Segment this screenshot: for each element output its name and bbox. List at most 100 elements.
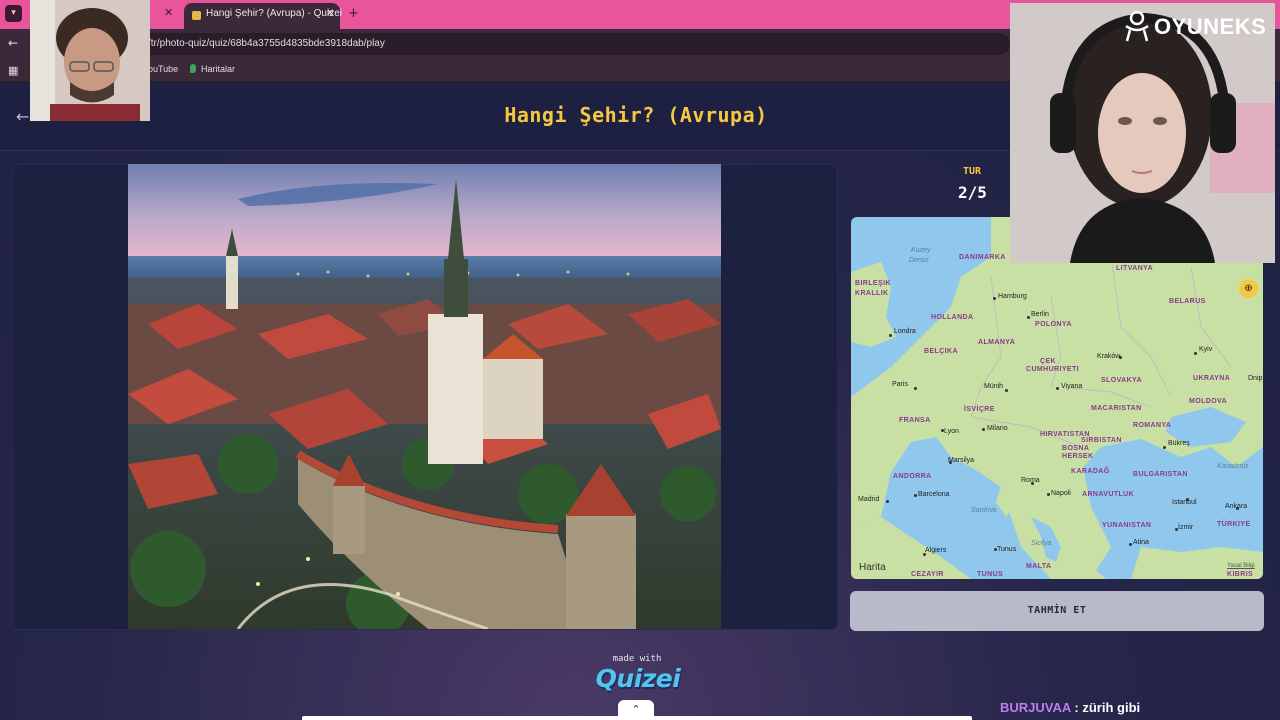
map-city-dot — [914, 494, 917, 497]
map-country-label: TUNUS — [977, 571, 1004, 578]
map-city-label: Bükreş — [1168, 440, 1190, 447]
map-sea-label: Sardinia — [971, 507, 997, 514]
quiz-photo — [128, 164, 721, 629]
map-city-label: Milano — [987, 425, 1008, 432]
map-country-label: MOLDOVA — [1189, 398, 1228, 405]
map-country-label: TÜRKIYE — [1217, 521, 1251, 528]
map-country-label: KARADAĞ — [1071, 468, 1110, 475]
map-city-dot — [1163, 446, 1166, 449]
previous-tab-close-icon[interactable]: ✕ — [164, 6, 173, 19]
chat-message: BURJUVAA : zürih gibi — [1000, 700, 1140, 715]
apps-grid-icon[interactable]: ▦ — [8, 64, 18, 77]
map-city-label: Viyana — [1061, 383, 1083, 390]
map-city-label: Paris — [892, 381, 908, 388]
map-city-dot — [914, 387, 917, 390]
tab-close-icon[interactable]: ✕ — [326, 8, 334, 19]
map-city-dot — [1056, 387, 1059, 390]
map-city-label: Atina — [1133, 539, 1149, 546]
chat-username: BURJUVAA — [1000, 700, 1071, 715]
bookmark-youtube[interactable]: ouTube — [148, 64, 178, 74]
round-label: TUR — [963, 166, 982, 177]
map-country-label: LITVANYA — [1116, 265, 1154, 272]
webcam-overlay-left — [30, 0, 150, 121]
bookmark-label: ouTube — [148, 64, 179, 74]
bookmark-maps[interactable]: Haritalar — [190, 64, 235, 74]
map-city-dot — [886, 500, 889, 503]
map-country-label: MALTA — [1026, 563, 1052, 570]
tab-search-chevron-down-icon[interactable]: ▾ — [5, 5, 22, 22]
browser-tab-active[interactable]: Hangi Şehir? (Avrupa) - Quizei ✕ — [184, 3, 342, 29]
map-country-label: CUMHURIYETI — [1026, 366, 1080, 373]
map-city-dot — [1047, 493, 1050, 496]
map-city-label: Dnip — [1248, 375, 1263, 382]
map-sea-label: Kuzey — [911, 247, 931, 254]
map-country-label: KRALLIK — [855, 290, 889, 297]
map-city-label: Berlin — [1031, 311, 1049, 318]
bookmark-label: Haritalar — [201, 64, 236, 74]
map-city-label: Roma — [1021, 477, 1040, 484]
map-sea-label: Denizi — [909, 257, 929, 264]
map-country-label: DANIMARKA — [959, 254, 1006, 261]
map-country-label: BIRLEŞIK — [855, 280, 891, 287]
address-bar[interactable]: /tr/photo-quiz/quiz/68b4a3755d4835bde391… — [120, 33, 1010, 55]
map-country-label: UKRAYNA — [1193, 375, 1231, 382]
map-city-label: Marsilya — [948, 457, 975, 464]
map-city-label: Istanbul — [1172, 499, 1197, 506]
map-country-label: CEZAYIR — [911, 571, 944, 578]
round-value: 2/5 — [958, 183, 987, 202]
map-city-label: Hamburg — [998, 293, 1027, 300]
tab-favicon-icon — [192, 11, 201, 20]
map-city-label: Napoli — [1051, 490, 1071, 497]
map-city-label: Kraków — [1097, 353, 1121, 360]
webcam-overlay-right — [1010, 3, 1275, 263]
map-city-dot — [993, 297, 996, 300]
browser-back-arrow-icon[interactable]: ← — [8, 36, 18, 50]
map-country-label: BULGARISTAN — [1133, 471, 1188, 478]
map-city-dot — [1027, 316, 1030, 319]
map-country-label: ARNAVUTLUK — [1082, 491, 1135, 498]
map-city-label: Londra — [894, 328, 916, 335]
map-sea-label: Karadeniz — [1217, 463, 1249, 470]
map-country-label: BOSNA — [1062, 445, 1090, 452]
maps-pin-icon — [190, 64, 196, 73]
map-city-label: Algiers — [925, 547, 947, 554]
map-country-label: MACARISTAN — [1091, 405, 1142, 412]
map-country-label: BELARUS — [1169, 298, 1206, 305]
map-country-label: KIBRIS — [1227, 571, 1254, 578]
quizei-logo[interactable]: Quizei — [594, 664, 682, 693]
map-country-label: HERSEK — [1062, 453, 1094, 460]
expand-panel-chevron-up-icon[interactable]: ⌃ — [618, 700, 654, 720]
map-zoom-in-icon[interactable]: ⊕ — [1239, 279, 1258, 298]
new-tab-plus-icon[interactable]: + — [348, 6, 359, 21]
map-country-label: FRANSA — [899, 417, 931, 424]
streamer-logo: OYUNEKS — [1122, 10, 1266, 42]
map-country-label: SLOVAKYA — [1101, 377, 1142, 384]
map-city-label: İzmir — [1178, 524, 1194, 531]
map-city-label: Lyon — [944, 428, 959, 435]
map-city-dot — [1005, 389, 1008, 392]
tab-title: Hangi Şehir? (Avrupa) - Quizei — [206, 8, 342, 19]
old-town-aerial-image — [128, 164, 721, 629]
map-legal-link[interactable]: Yasal Bilgi — [1227, 563, 1255, 569]
map-sea-label: Sicilya — [1031, 540, 1052, 547]
webcam-person-image — [30, 0, 150, 121]
map-city-label: Barcelona — [918, 491, 950, 498]
map-city-dot — [982, 428, 985, 431]
map-city-dot — [1194, 352, 1197, 355]
map-city-dot — [889, 334, 892, 337]
map-country-label: ALMANYA — [978, 339, 1016, 346]
guess-button[interactable]: TAHMİN ET — [850, 591, 1264, 631]
webcam-person-image — [1010, 3, 1275, 263]
map-city-label: Madrid — [858, 496, 880, 503]
address-url: /tr/photo-quiz/quiz/68b4a3755d4835bde391… — [148, 38, 385, 49]
europe-map[interactable]: Kuzey Denizi Karadeniz Sardinia Sicilya … — [851, 217, 1263, 579]
map-country-label: İSVİÇRE — [964, 406, 995, 413]
streamer-mascot-icon — [1125, 10, 1149, 42]
map-country-label: POLONYA — [1035, 321, 1072, 328]
map-country-label: SIRBISTAN — [1081, 437, 1122, 444]
map-city-label: Kyiv — [1199, 346, 1213, 353]
map-city-label: Münih — [984, 383, 1004, 390]
map-country-label: BELÇIKA — [924, 348, 958, 355]
map-country-label: ROMANYA — [1133, 422, 1172, 429]
map-brand: Harita — [859, 562, 886, 573]
